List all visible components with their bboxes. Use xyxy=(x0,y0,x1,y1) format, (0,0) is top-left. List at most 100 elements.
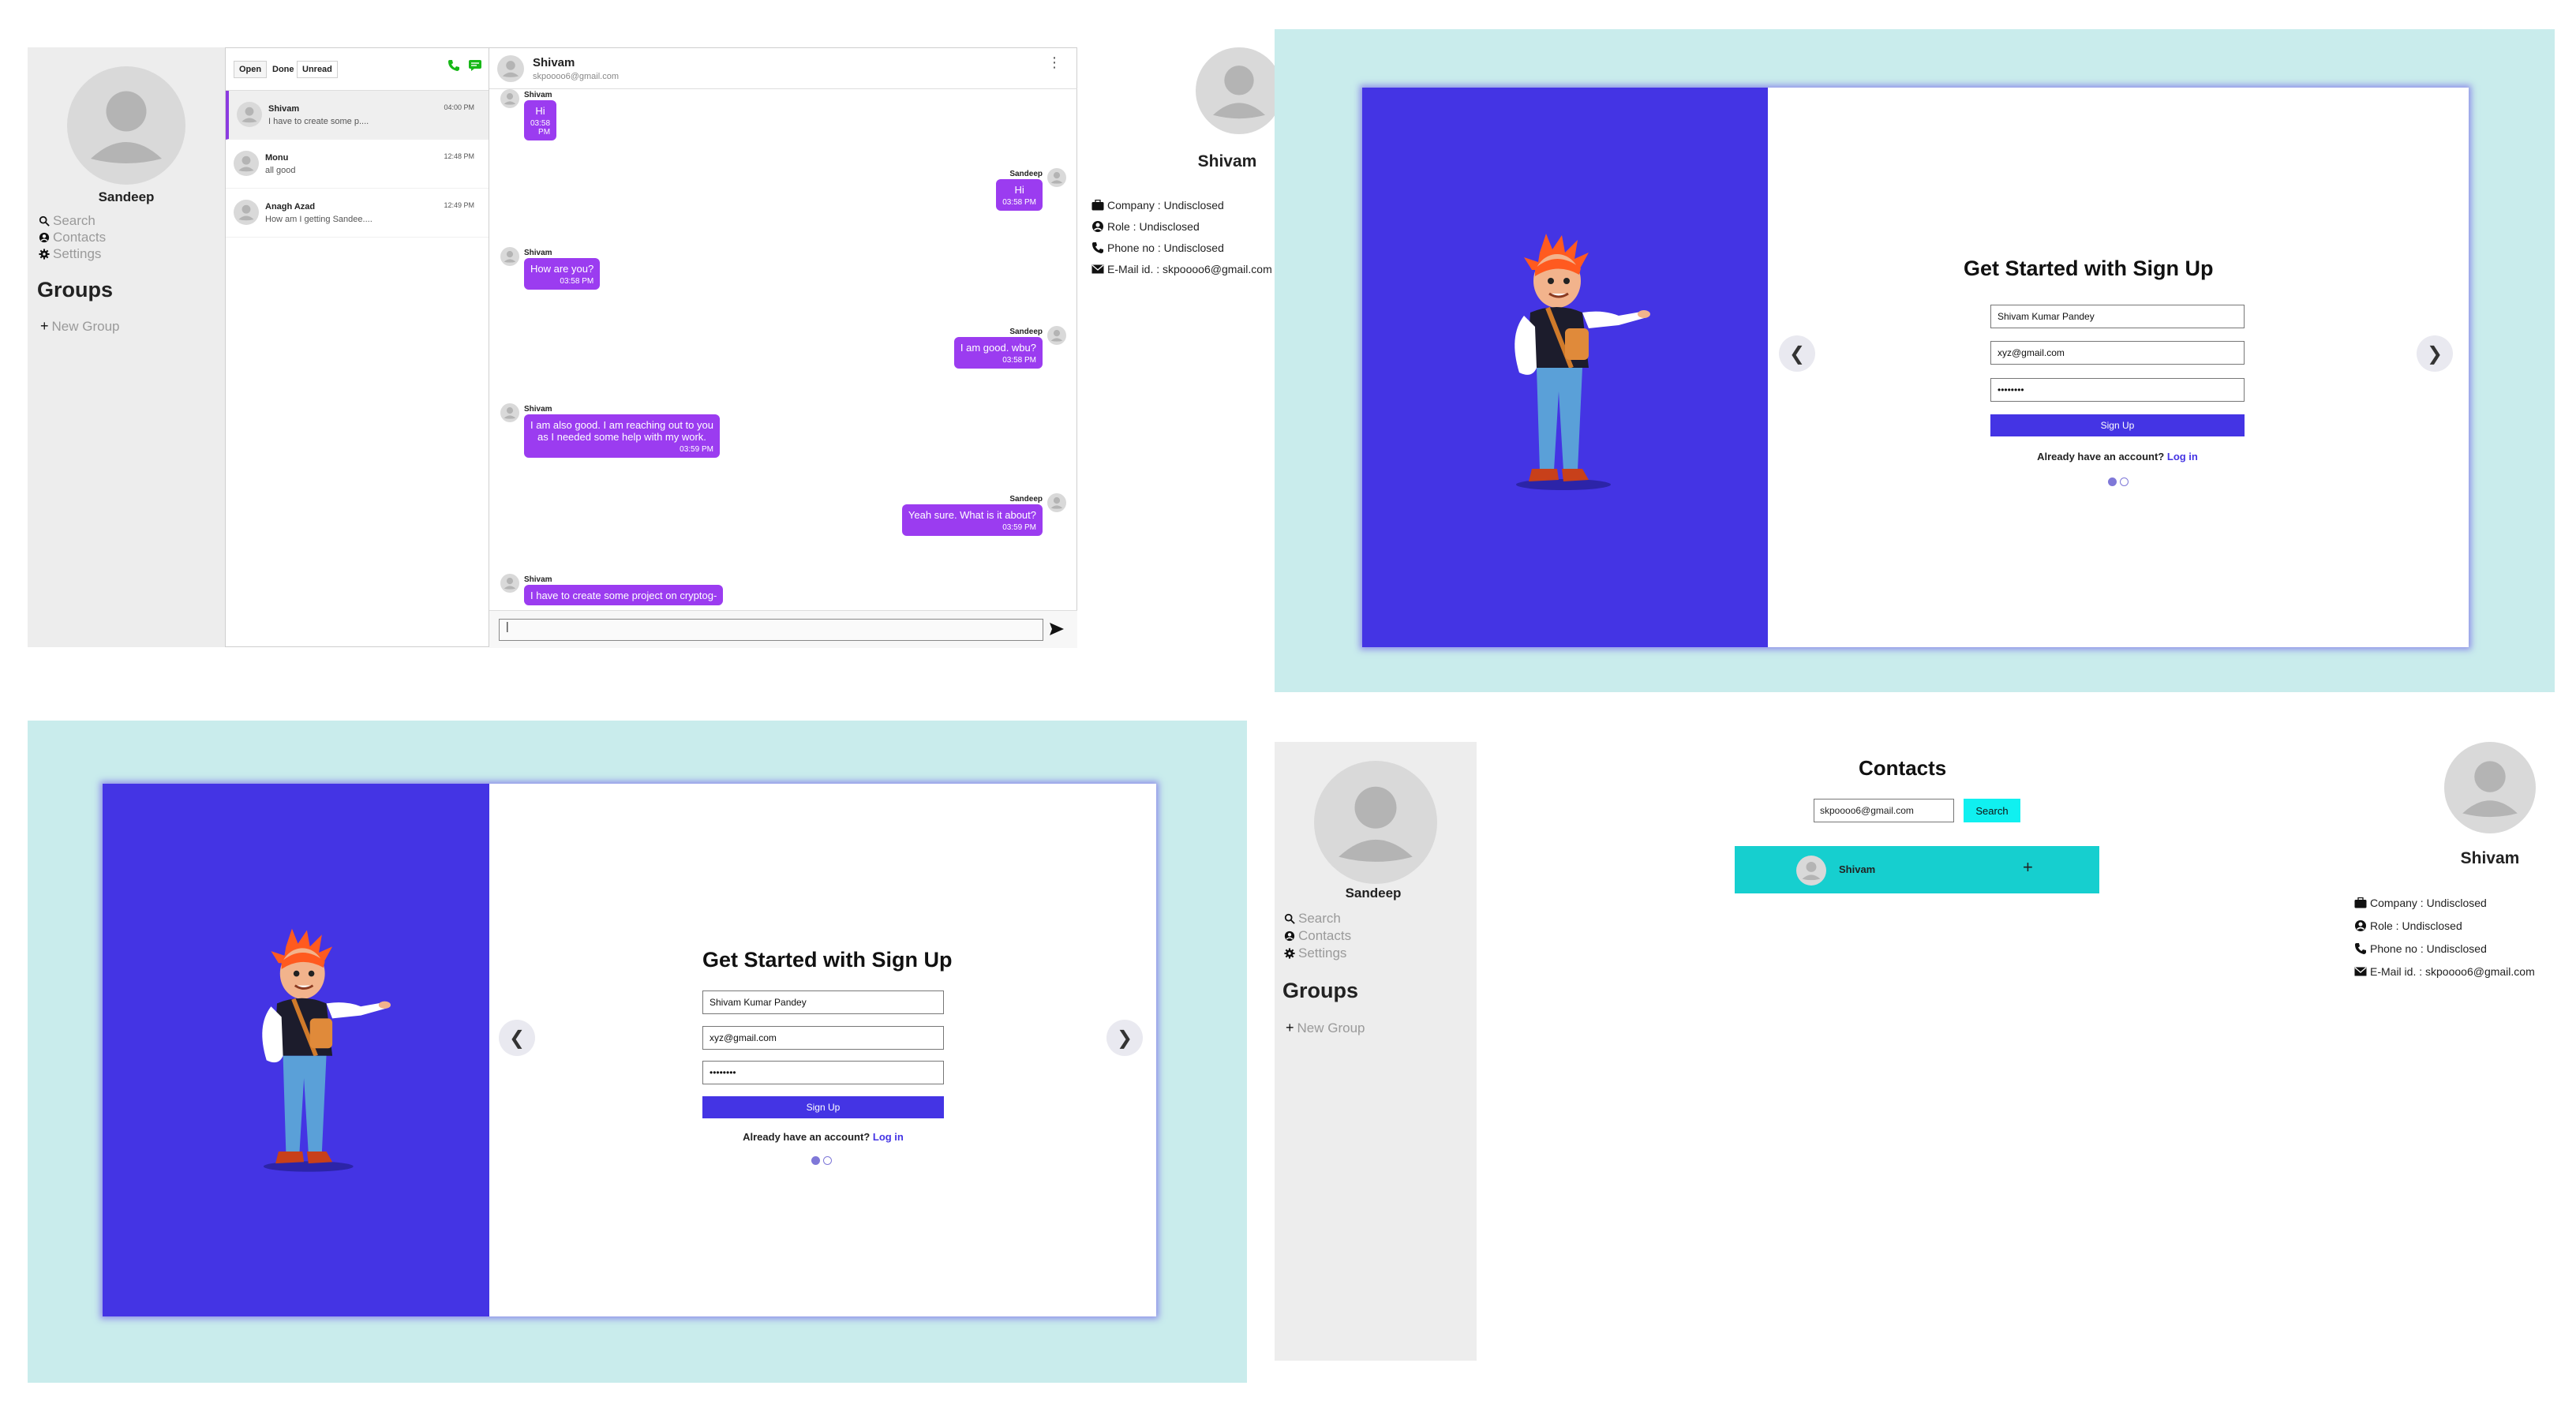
sidebar-item-settings[interactable]: Settings xyxy=(1284,946,1346,961)
user-avatar[interactable] xyxy=(67,66,185,185)
new-group-label: New Group xyxy=(51,318,120,334)
chat-list-time: 12:48 PM xyxy=(444,152,474,160)
carousel-dot[interactable] xyxy=(2120,477,2129,486)
new-group-button[interactable]: + New Group xyxy=(40,318,120,335)
message-time: 03:58 PM xyxy=(530,119,551,137)
sender-avatar xyxy=(1047,168,1066,187)
message-sender: Shivam xyxy=(524,575,552,584)
carousel-dot-active[interactable] xyxy=(811,1156,820,1165)
new-group-label: New Group xyxy=(1297,1020,1365,1035)
chat-list-name: Monu xyxy=(265,153,289,163)
new-group-button[interactable]: + New Group xyxy=(1286,1020,1365,1036)
login-link[interactable]: Log in xyxy=(2167,451,2198,462)
chat-contact-name: Shivam xyxy=(533,56,575,69)
user-circle-icon xyxy=(1092,221,1103,232)
user-name: Sandeep xyxy=(98,189,155,204)
carousel-prev-button[interactable]: ❮ xyxy=(1779,335,1815,372)
chat-list-time: 04:00 PM xyxy=(444,103,474,111)
email-input[interactable]: xyz@gmail.com xyxy=(1990,341,2245,365)
sender-avatar xyxy=(500,574,519,593)
carousel-dot[interactable] xyxy=(823,1156,832,1165)
message-text: I have to create some project on cryptog… xyxy=(530,590,717,601)
user-avatar[interactable] xyxy=(1314,761,1437,884)
message-bubble[interactable]: I am also good. I am reaching out to you… xyxy=(524,414,720,458)
password-input[interactable]: •••••••• xyxy=(702,1061,944,1084)
person-icon xyxy=(242,107,257,123)
chat-list-item[interactable]: Monu all good 12:48 PM xyxy=(226,140,489,189)
add-contact-button[interactable]: + xyxy=(2023,857,2033,878)
tab-open[interactable]: Open xyxy=(234,61,268,78)
search-icon xyxy=(1284,913,1295,924)
profile-company: Company : Undisclosed xyxy=(2354,897,2487,909)
message-sender: Sandeep xyxy=(1009,170,1043,178)
email-input[interactable]: xyz@gmail.com xyxy=(702,1026,944,1050)
message-bubble[interactable]: How are you? 03:58 PM xyxy=(524,258,601,290)
sidebar-item-contacts[interactable]: Contacts xyxy=(39,230,106,245)
person-icon xyxy=(1050,497,1063,509)
message-text: How are you? xyxy=(530,263,594,275)
carousel-next-button[interactable]: ❯ xyxy=(1106,1020,1143,1056)
profile-company: Company : Undisclosed xyxy=(1091,199,1224,212)
password-input[interactable]: •••••••• xyxy=(1990,378,2245,402)
message-bubble[interactable]: Hi 03:58 PM xyxy=(996,179,1043,211)
profile-email: E-Mail id. : skpoooo6@gmail.com xyxy=(1091,263,1272,275)
message-bubble[interactable]: Yeah sure. What is it about? 03:59 PM xyxy=(901,504,1043,536)
contact-avatar[interactable] xyxy=(497,55,524,82)
phone-icon[interactable] xyxy=(447,59,460,72)
chat-list-tabs: Open Done Unread xyxy=(226,48,489,91)
mail-icon xyxy=(1091,264,1104,274)
chat-screen: Sandeep Search Contacts Settings Groups … xyxy=(28,47,1282,648)
contact-result-row[interactable]: Shivam + xyxy=(1735,846,2099,893)
name-input[interactable]: Shivam Kumar Pandey xyxy=(702,990,944,1014)
profile-role: Role : Undisclosed xyxy=(2354,919,2462,932)
signup-title: Get Started with Sign Up xyxy=(702,948,953,972)
chat-list-item[interactable]: Shivam I have to create some p.... 04:00… xyxy=(226,91,489,140)
message-time: 03:58 PM xyxy=(560,277,594,286)
sidebar-item-settings[interactable]: Settings xyxy=(39,246,101,262)
tab-unread[interactable]: Unread xyxy=(297,61,338,78)
signup-button[interactable]: Sign Up xyxy=(702,1096,944,1118)
carousel-next-button[interactable]: ❯ xyxy=(2417,335,2453,372)
message-bubble[interactable]: I have to create some project on cryptog… xyxy=(524,585,724,605)
contact-avatar xyxy=(234,151,259,176)
name-input[interactable]: Shivam Kumar Pandey xyxy=(1990,305,2245,328)
person-icon xyxy=(504,578,516,590)
search-icon xyxy=(39,215,50,227)
contact-search-button[interactable]: Search xyxy=(1964,799,2020,822)
chat-list-preview: all good xyxy=(265,166,296,175)
user-circle-icon xyxy=(39,232,50,243)
profile-phone: Phone no : Undisclosed xyxy=(2354,942,2487,955)
login-prompt: Already have an account? Log in xyxy=(702,1131,944,1143)
message-bubble[interactable]: I am good. wbu? 03:58 PM xyxy=(953,337,1043,369)
message-text: Yeah sure. What is it about? xyxy=(908,509,1036,521)
carousel-dots xyxy=(811,1156,832,1165)
login-link[interactable]: Log in xyxy=(873,1131,904,1143)
login-prompt-text: Already have an account? xyxy=(2037,451,2165,462)
chat-list: Open Done Unread Shivam I have to create… xyxy=(225,47,489,647)
tab-done[interactable]: Done xyxy=(267,61,300,78)
user-name: Sandeep xyxy=(1345,886,1402,901)
message-text: Hi xyxy=(535,105,545,117)
chat-list-item[interactable]: Anagh Azad How am I getting Sandee.... 1… xyxy=(226,189,489,238)
contact-name: Shivam xyxy=(1839,863,1876,875)
sidebar-item-contacts[interactable]: Contacts xyxy=(1284,928,1351,944)
message-bubble[interactable]: Hi 03:58 PM xyxy=(524,100,557,140)
carousel-dot-active[interactable] xyxy=(2108,477,2117,486)
sidebar: Sandeep Search Contacts Settings Groups … xyxy=(1275,742,1477,1361)
carousel-prev-button[interactable]: ❮ xyxy=(499,1020,535,1056)
signup-button[interactable]: Sign Up xyxy=(1990,414,2245,436)
sidebar-item-search[interactable]: Search xyxy=(1284,911,1341,927)
more-vertical-icon[interactable]: ⋮ xyxy=(1047,55,1061,69)
sidebar-item-search[interactable]: Search xyxy=(39,213,95,229)
profile-row-label: E-Mail id. : skpoooo6@gmail.com xyxy=(2370,965,2535,978)
message-time: 03:59 PM xyxy=(1002,523,1036,532)
send-icon[interactable] xyxy=(1049,622,1065,636)
chat-list-name: Anagh Azad xyxy=(265,202,316,212)
message-input[interactable]: | xyxy=(499,619,1043,641)
profile-row-label: Role : Undisclosed xyxy=(2370,919,2462,932)
profile-name: Shivam xyxy=(1197,152,1257,170)
chat-window: Shivam skpoooo6@gmail.com ⋮ Shivam Hi 03:… xyxy=(489,47,1077,648)
message-list: Shivam Hi 03:58 PM Sandeep Hi 03:58 PM Shi… xyxy=(489,89,1077,610)
message-icon[interactable] xyxy=(468,59,482,72)
contact-search-input[interactable]: skpoooo6@gmail.com xyxy=(1814,799,1954,822)
